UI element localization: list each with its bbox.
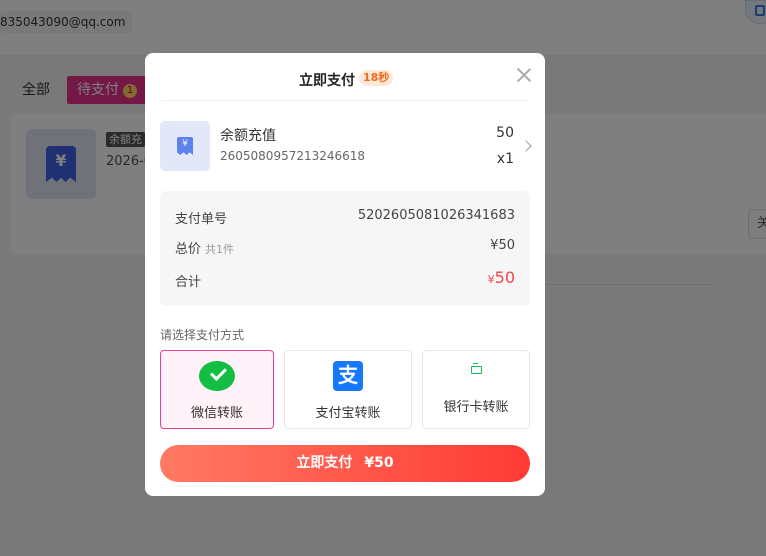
order-summary: 支付单号 5202605081026341683 总价 共1件 ¥50 合计 ¥5… (160, 191, 530, 306)
product-thumbnail: ¥ (160, 121, 210, 171)
item-count: 共1件 (205, 243, 235, 256)
grand-total-value: 50 (494, 268, 515, 287)
chevron-right-icon (520, 140, 532, 152)
modal-title: 立即支付 (299, 73, 355, 89)
wechat-icon (199, 361, 235, 391)
payment-method-title: 请选择支付方式 (160, 328, 245, 342)
total-price-value: ¥50 (490, 238, 515, 253)
product-price: 50 (496, 125, 514, 141)
grand-total-currency: ¥ (487, 273, 495, 286)
product-item[interactable]: ¥ 余额充值 2605080957213246618 50 x1 (160, 121, 532, 173)
product-quantity: x1 (496, 151, 514, 167)
bank-card-icon (471, 363, 482, 374)
close-icon[interactable] (516, 67, 532, 83)
alipay-label: 支付宝转账 (315, 406, 381, 421)
grand-total-label: 合计 (175, 275, 202, 290)
pay-now-label: 立即支付 (296, 455, 353, 471)
pay-now-button[interactable]: 立即支付 ¥50 (160, 445, 530, 482)
total-price-label: 总价 (175, 242, 202, 257)
wechat-label: 微信转账 (190, 406, 243, 421)
recharge-receipt-icon: ¥ (177, 137, 193, 155)
payment-modal: 立即支付 18秒 ¥ 余额充值 2605080957213246618 50 x… (145, 53, 545, 496)
payment-number-label: 支付单号 (175, 212, 228, 227)
payment-methods: 微信转账 支 支付宝转账 银行卡转账 (160, 350, 530, 429)
product-order-number: 2605080957213246618 (220, 149, 366, 163)
total-price-row: 总价 共1件 ¥50 (175, 238, 515, 257)
alipay-icon: 支 (333, 361, 363, 391)
product-name: 余额充值 (220, 128, 276, 144)
modal-header: 立即支付 18秒 (161, 53, 529, 101)
pay-now-amount: ¥50 (364, 455, 394, 471)
payment-number-value: 5202605081026341683 (357, 208, 515, 223)
payment-method-bank[interactable]: 银行卡转账 (422, 350, 530, 429)
bank-label: 银行卡转账 (443, 400, 509, 415)
payment-number-row: 支付单号 5202605081026341683 (175, 208, 515, 227)
payment-method-alipay[interactable]: 支 支付宝转账 (284, 350, 412, 429)
payment-method-wechat[interactable]: 微信转账 (160, 350, 274, 429)
grand-total-row: 合计 ¥50 (175, 268, 515, 290)
countdown-timer: 18秒 (359, 70, 394, 86)
